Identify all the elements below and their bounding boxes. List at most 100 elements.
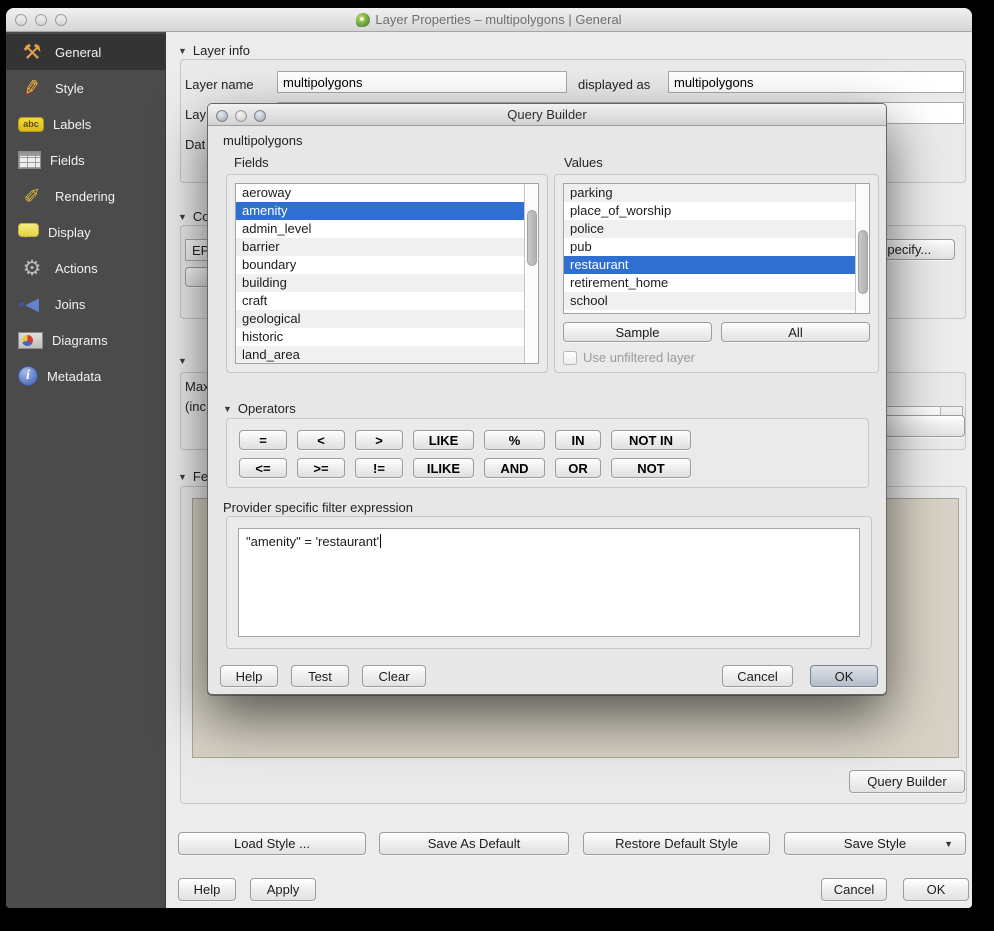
feature-subset-section-header[interactable]: ▼ Fe	[178, 469, 208, 484]
value-label: restaurant	[570, 257, 629, 272]
scrollbar-thumb[interactable]	[527, 210, 537, 266]
values-scrollbar[interactable]	[855, 184, 869, 313]
zoom-icon[interactable]	[254, 110, 266, 122]
value-row[interactable]: retirement_home	[564, 274, 855, 292]
minimize-icon[interactable]	[35, 14, 47, 26]
window-title: Layer Properties – multipolygons | Gener…	[6, 12, 972, 27]
style-buttons-row: Load Style ... ▼ Save As Default ▼ Resto…	[166, 832, 972, 855]
style-button[interactable]: Load Style ... ▼	[178, 832, 366, 855]
operator-button[interactable]: OR	[555, 458, 601, 478]
sidebar-item[interactable]: Joins	[6, 286, 165, 322]
operator-button[interactable]: LIKE	[413, 430, 474, 450]
desktop-background: Layer Properties – multipolygons | Gener…	[0, 0, 994, 931]
operator-button[interactable]: IN	[555, 430, 601, 450]
value-row[interactable]: place_of_worship	[564, 202, 855, 220]
qb-help-button[interactable]: Help	[220, 665, 278, 687]
operator-button[interactable]: NOT IN	[611, 430, 691, 450]
value-row[interactable]: parking	[564, 184, 855, 202]
values-list[interactable]: parking place_of_worship police pub	[563, 183, 870, 314]
ok-button[interactable]: OK	[903, 878, 969, 901]
feature-subset-header-label-clipped: Fe	[193, 469, 208, 484]
filter-expression-label: Provider specific filter expression	[223, 500, 413, 515]
qb-test-button[interactable]: Test	[291, 665, 349, 687]
field-row[interactable]: boundary	[236, 256, 524, 274]
crs-section-header[interactable]: ▼ Co	[178, 209, 210, 224]
field-label: amenity	[242, 203, 288, 218]
operators-header-label: Operators	[238, 401, 296, 416]
field-row[interactable]: land_area	[236, 346, 524, 363]
field-row[interactable]: building	[236, 274, 524, 292]
operators-section-header[interactable]: ▼ Operators	[223, 401, 296, 416]
query-builder-button[interactable]: Query Builder	[849, 770, 965, 793]
help-button[interactable]: Help	[178, 878, 236, 901]
fields-scrollbar[interactable]	[524, 184, 538, 363]
displayed-as-input[interactable]	[668, 71, 964, 93]
field-row[interactable]: barrier	[236, 238, 524, 256]
cancel-button[interactable]: Cancel	[821, 878, 887, 901]
operator-button[interactable]: >=	[297, 458, 345, 478]
operator-button[interactable]: ILIKE	[413, 458, 474, 478]
qb-ok-button[interactable]: OK	[810, 665, 878, 687]
fields-rows: aeroway amenity admin_level barrier	[236, 184, 524, 363]
operator-button[interactable]: <=	[239, 458, 287, 478]
sidebar-item[interactable]: Rendering	[6, 178, 165, 214]
window-controls	[6, 8, 67, 32]
field-row[interactable]: geological	[236, 310, 524, 328]
field-row[interactable]: craft	[236, 292, 524, 310]
apply-button[interactable]: Apply	[250, 878, 316, 901]
operator-button[interactable]: NOT	[611, 458, 691, 478]
field-row[interactable]: aeroway	[236, 184, 524, 202]
qb-cancel-button[interactable]: Cancel	[722, 665, 793, 687]
sidebar-item[interactable]: Diagrams	[6, 322, 165, 358]
sidebar-item-label: Style	[55, 81, 84, 96]
sidebar-item[interactable]: Actions	[6, 250, 165, 286]
query-builder-titlebar[interactable]: Query Builder	[208, 104, 886, 126]
sidebar-item-label: General	[55, 45, 101, 60]
value-row[interactable]: pub	[564, 238, 855, 256]
sidebar-item-label: Display	[48, 225, 91, 240]
operator-button[interactable]: >	[355, 430, 403, 450]
filter-expression-input[interactable]: "amenity" = 'restaurant'	[238, 528, 860, 637]
sidebar-item[interactable]: Labels	[6, 106, 165, 142]
all-button[interactable]: All	[721, 322, 870, 342]
close-icon[interactable]	[15, 14, 27, 26]
field-row[interactable]: amenity	[236, 202, 524, 220]
layer-name-input[interactable]	[277, 71, 567, 93]
sidebar-item[interactable]: Fields	[6, 142, 165, 178]
operator-button[interactable]: =	[239, 430, 287, 450]
value-row[interactable]: school	[564, 292, 855, 310]
qb-clear-button[interactable]: Clear	[362, 665, 426, 687]
collapse-triangle-icon: ▼	[178, 212, 187, 222]
fields-list[interactable]: aeroway amenity admin_level barrier	[235, 183, 539, 364]
sidebar-item[interactable]: Style	[6, 70, 165, 106]
field-label: building	[242, 275, 287, 290]
displayed-as-label: displayed as	[578, 77, 650, 92]
scale-section-header[interactable]: ▼	[178, 356, 187, 366]
use-unfiltered-checkbox[interactable]	[563, 351, 577, 365]
field-row[interactable]: admin_level	[236, 220, 524, 238]
layer-info-section-header[interactable]: ▼ Layer info	[178, 43, 250, 58]
properties-sidebar: General Style Labels Fields	[6, 32, 166, 908]
scrollbar-thumb[interactable]	[858, 230, 868, 294]
style-button[interactable]: Save Style ▼	[784, 832, 966, 855]
sidebar-item[interactable]: Display	[6, 214, 165, 250]
close-icon[interactable]	[216, 110, 228, 122]
window-titlebar[interactable]: Layer Properties – multipolygons | Gener…	[6, 8, 972, 32]
zoom-icon[interactable]	[55, 14, 67, 26]
value-row[interactable]: restaurant	[564, 256, 855, 274]
minimize-icon[interactable]	[235, 110, 247, 122]
operator-button[interactable]: %	[484, 430, 545, 450]
sample-button[interactable]: Sample	[563, 322, 712, 342]
value-row[interactable]: police	[564, 220, 855, 238]
operator-button[interactable]: <	[297, 430, 345, 450]
sidebar-item[interactable]: Metadata	[6, 358, 165, 394]
style-button[interactable]: Save As Default ▼	[379, 832, 569, 855]
operators-row-2: <= >= != ILIKE AND OR NOT	[227, 458, 868, 478]
operator-button[interactable]: !=	[355, 458, 403, 478]
operator-button[interactable]: AND	[484, 458, 545, 478]
value-label: pub	[570, 239, 592, 254]
sidebar-item[interactable]: General	[6, 34, 165, 70]
style-button[interactable]: Restore Default Style ▼	[583, 832, 770, 855]
field-row[interactable]: historic	[236, 328, 524, 346]
field-label: admin_level	[242, 221, 311, 236]
